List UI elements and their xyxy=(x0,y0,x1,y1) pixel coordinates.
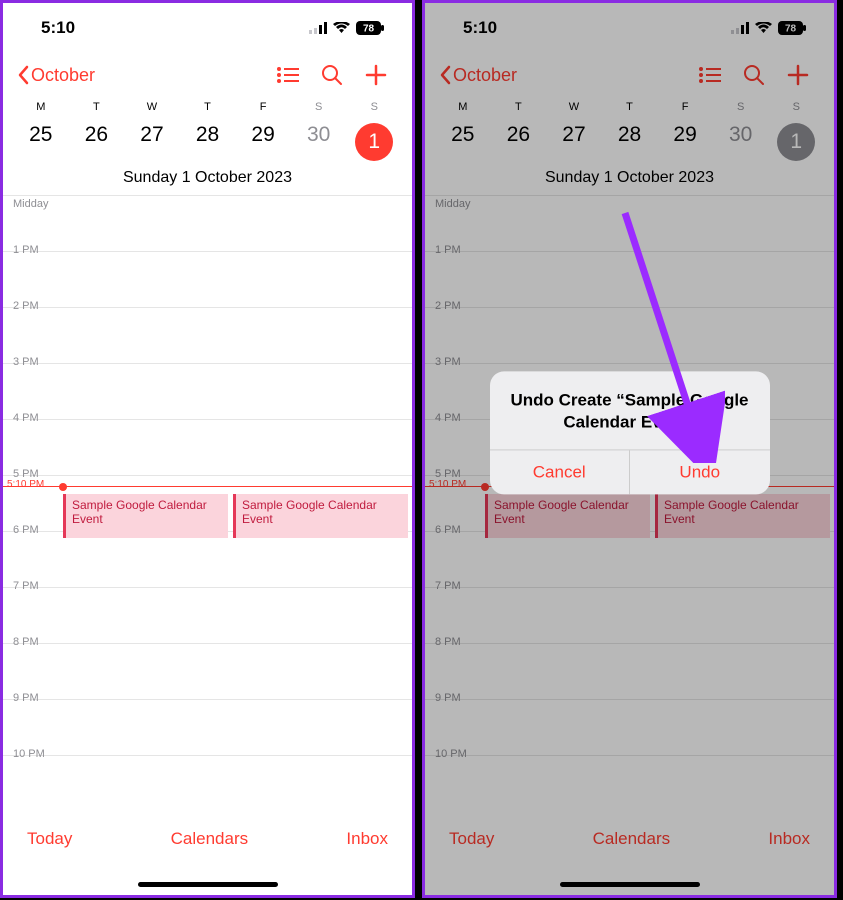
list-button[interactable] xyxy=(266,67,310,83)
add-button[interactable] xyxy=(354,64,398,86)
week-header: M T W T F S S 25 26 27 28 29 30 1 xyxy=(3,97,412,167)
search-button[interactable] xyxy=(310,64,354,86)
status-icons: 78 xyxy=(309,21,384,35)
inbox-button[interactable]: Inbox xyxy=(346,829,388,849)
status-icons: 78 xyxy=(731,21,806,35)
list-button[interactable] xyxy=(688,67,732,83)
back-label: October xyxy=(31,65,95,86)
list-icon xyxy=(277,67,299,83)
day-1-selected[interactable]: 1 xyxy=(346,117,402,167)
day-30[interactable]: 30 xyxy=(291,117,347,167)
clock: 5:10 xyxy=(41,18,75,38)
alert-title: Undo Create “Sample Google Calendar Even… xyxy=(490,371,770,449)
undo-button[interactable]: Undo xyxy=(629,451,770,495)
calendar-day-view: 5:10 78 October M T W T F S S xyxy=(0,0,415,898)
battery-icon: 78 xyxy=(356,21,384,35)
day-29[interactable]: 29 xyxy=(235,117,291,167)
day-27[interactable]: 27 xyxy=(546,117,602,167)
day-27[interactable]: 27 xyxy=(124,117,180,167)
day-28[interactable]: 28 xyxy=(602,117,658,167)
day-30[interactable]: 30 xyxy=(713,117,769,167)
wifi-icon xyxy=(333,22,350,34)
inbox-button[interactable]: Inbox xyxy=(768,829,810,849)
chevron-left-icon xyxy=(439,65,451,85)
event-1[interactable]: Sample Google Calendar Event xyxy=(485,494,650,538)
undo-alert: Undo Create “Sample Google Calendar Even… xyxy=(490,371,770,494)
search-icon xyxy=(321,64,343,86)
schedule[interactable]: Midday 1 PM 2 PM 3 PM 4 PM 5 PM 6 PM 7 P… xyxy=(425,195,834,805)
status-bar: 5:10 78 xyxy=(3,3,412,53)
day-29[interactable]: 29 xyxy=(657,117,713,167)
event-2[interactable]: Sample Google Calendar Event xyxy=(655,494,830,538)
event-2[interactable]: Sample Google Calendar Event xyxy=(233,494,408,538)
list-icon xyxy=(699,67,721,83)
cellular-icon xyxy=(731,22,749,34)
nav-bar: October xyxy=(425,53,834,97)
home-indicator[interactable] xyxy=(560,882,700,887)
back-label: October xyxy=(453,65,517,86)
svg-text:78: 78 xyxy=(785,24,797,35)
now-indicator: 5:10 PM xyxy=(3,486,412,487)
status-bar: 5:10 78 xyxy=(425,3,834,53)
search-button[interactable] xyxy=(732,64,776,86)
event-1[interactable]: Sample Google Calendar Event xyxy=(63,494,228,538)
calendars-button[interactable]: Calendars xyxy=(593,829,671,849)
search-icon xyxy=(743,64,765,86)
home-indicator[interactable] xyxy=(138,882,278,887)
calendar-day-view-alert: 5:10 78 October MTWTFSS 25 26 27 28 29 3… xyxy=(422,0,837,898)
day-1-selected[interactable]: 1 xyxy=(768,117,824,167)
plus-icon xyxy=(787,64,809,86)
wifi-icon xyxy=(755,22,772,34)
calendars-button[interactable]: Calendars xyxy=(171,829,249,849)
cancel-button[interactable]: Cancel xyxy=(490,451,630,495)
nav-bar: October xyxy=(3,53,412,97)
day-25[interactable]: 25 xyxy=(13,117,69,167)
today-button[interactable]: Today xyxy=(449,829,494,849)
week-header: MTWTFSS 25 26 27 28 29 30 1 xyxy=(425,97,834,167)
date-title: Sunday 1 October 2023 xyxy=(425,167,834,195)
date-title: Sunday 1 October 2023 xyxy=(3,167,412,195)
today-button[interactable]: Today xyxy=(27,829,72,849)
clock: 5:10 xyxy=(463,18,497,38)
svg-text:78: 78 xyxy=(363,24,375,35)
cellular-icon xyxy=(309,22,327,34)
day-26[interactable]: 26 xyxy=(69,117,125,167)
day-26[interactable]: 26 xyxy=(491,117,547,167)
back-button[interactable]: October xyxy=(17,65,95,86)
add-button[interactable] xyxy=(776,64,820,86)
schedule[interactable]: Midday 1 PM 2 PM 3 PM 4 PM 5 PM 6 PM 7 P… xyxy=(3,195,412,805)
chevron-left-icon xyxy=(17,65,29,85)
back-button[interactable]: October xyxy=(439,65,517,86)
day-28[interactable]: 28 xyxy=(180,117,236,167)
battery-icon: 78 xyxy=(778,21,806,35)
plus-icon xyxy=(365,64,387,86)
day-25[interactable]: 25 xyxy=(435,117,491,167)
